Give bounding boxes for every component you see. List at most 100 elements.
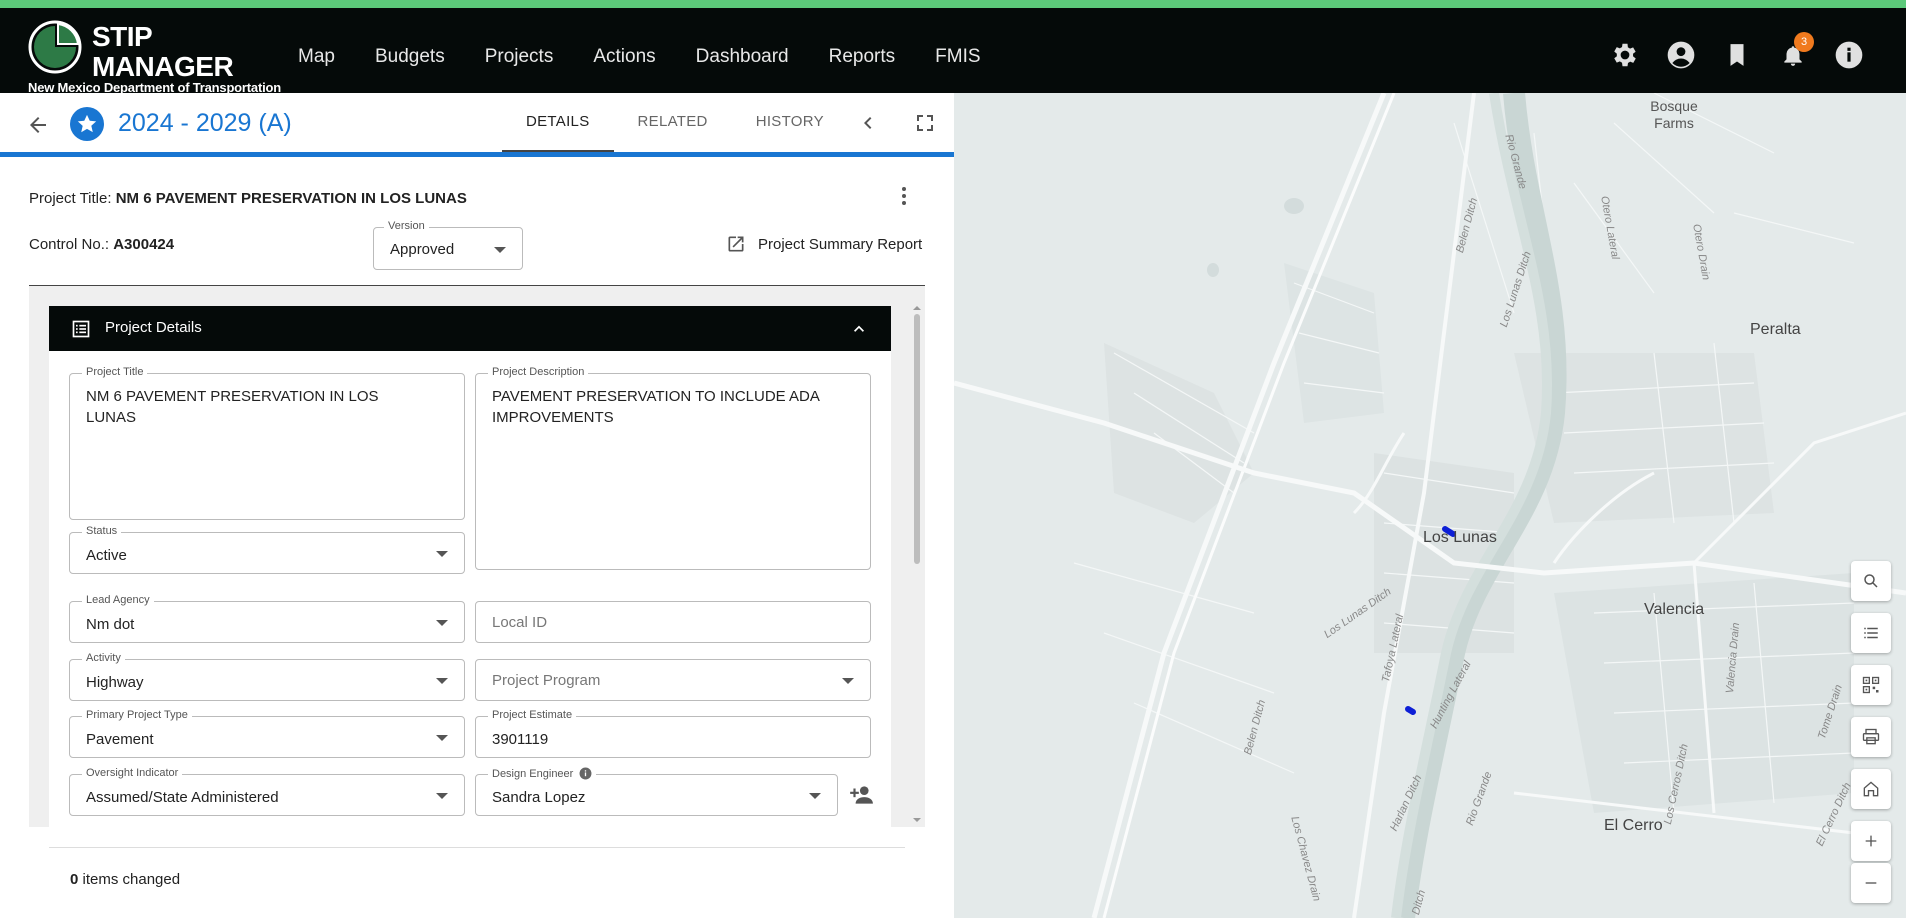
version-label: Version: [384, 220, 429, 232]
info-small-icon[interactable]: [579, 767, 592, 780]
back-arrow-icon[interactable]: [26, 113, 50, 137]
nav-fmis[interactable]: FMIS: [935, 46, 980, 68]
map-base-layer: [954, 93, 1906, 918]
bookmark-icon: [1730, 44, 1744, 66]
zoom-in-icon: [1865, 835, 1877, 847]
info-button[interactable]: [1832, 38, 1866, 72]
map-label-peralta: Peralta: [1750, 321, 1801, 338]
lead-agency-value: Nm dot: [86, 616, 135, 633]
settings-button[interactable]: [1608, 38, 1642, 72]
status-value: Active: [86, 547, 127, 564]
map-label-valencia: Valencia: [1644, 601, 1705, 618]
nav-reports[interactable]: Reports: [829, 46, 896, 68]
map-label-el-cerro: El Cerro: [1604, 817, 1663, 834]
tab-history[interactable]: HISTORY: [732, 93, 848, 152]
tab-details[interactable]: DETAILS: [502, 93, 614, 152]
project-details-section: Project Details Project Title NM 6 PAVEM…: [49, 306, 891, 827]
home-icon: [1863, 781, 1879, 797]
project-details-header[interactable]: Project Details: [49, 306, 891, 351]
version-select[interactable]: Version Approved: [373, 220, 523, 270]
map-zoom-in-button[interactable]: [1851, 821, 1891, 861]
nav-dashboard[interactable]: Dashboard: [696, 46, 789, 68]
control-number-line: Control No.: A300424: [29, 236, 174, 253]
map-search-button[interactable]: [1851, 561, 1891, 601]
local-id-input[interactable]: Local ID: [475, 601, 871, 643]
map-home-button[interactable]: [1851, 769, 1891, 809]
version-value: Approved: [390, 241, 455, 258]
project-title-field-label: Project Title: [82, 366, 148, 378]
status-label: Status: [82, 525, 122, 537]
notifications-button[interactable]: 3: [1776, 32, 1814, 72]
chevron-up-icon[interactable]: [849, 319, 869, 339]
print-icon: [1862, 728, 1880, 745]
list-details-icon: [72, 320, 90, 338]
map-zoom-out-button[interactable]: [1851, 863, 1891, 903]
more-options-icon[interactable]: [892, 184, 916, 208]
account-circle-icon: [1667, 41, 1695, 69]
items-changed-status: 0 items changed: [70, 871, 180, 888]
project-estimate-label: Project Estimate: [488, 709, 577, 721]
map-label-bosque-farms: Bosque Farms: [1650, 98, 1698, 131]
project-summary-report-label: Project Summary Report: [758, 235, 923, 253]
details-scrollbar[interactable]: [913, 304, 921, 824]
control-number-label: Control No.:: [29, 236, 110, 253]
project-title-label: Project Title:: [29, 190, 112, 207]
map-legend-button[interactable]: [1851, 613, 1891, 653]
map-label-los-lunas: Los Lunas: [1423, 529, 1497, 546]
status-select[interactable]: Status Active: [69, 525, 465, 574]
tab-related[interactable]: RELATED: [614, 93, 732, 152]
lead-agency-label: Lead Agency: [82, 594, 154, 606]
local-id-placeholder: Local ID: [492, 614, 548, 631]
favorite-star-button[interactable]: [70, 107, 104, 141]
nav-map[interactable]: Map: [298, 46, 335, 68]
design-engineer-value: Sandra Lopez: [492, 789, 586, 806]
details-scroll-area[interactable]: Project Details Project Title NM 6 PAVEM…: [29, 285, 925, 827]
project-title-field-value: NM 6 PAVEMENT PRESERVATION IN LOS LUNAS: [86, 388, 379, 426]
top-accent-stripe: [0, 0, 1906, 8]
project-title-field[interactable]: Project Title NM 6 PAVEMENT PRESERVATION…: [69, 366, 465, 520]
primary-project-type-select[interactable]: Primary Project Type Pavement: [69, 709, 465, 758]
logo-mark-icon: [28, 20, 82, 74]
project-description-field-label: Project Description: [488, 366, 589, 378]
project-segment-marker[interactable]: [1405, 706, 1416, 715]
star-icon: [77, 114, 97, 133]
qr-code-icon: [1862, 676, 1880, 694]
activity-select[interactable]: Activity Highway: [69, 652, 465, 701]
chevron-down-icon: [494, 247, 506, 253]
chevron-down-icon: [436, 735, 448, 741]
chevron-down-icon: [436, 793, 448, 799]
scroll-up-arrow-icon[interactable]: [913, 304, 921, 312]
brand-line-2: MANAGER: [92, 51, 234, 82]
add-person-icon[interactable]: [848, 782, 874, 808]
project-program-select[interactable]: Project Program: [475, 659, 871, 701]
design-engineer-label: Design Engineer: [492, 767, 574, 780]
stip-manager-logo[interactable]: STIP MANAGER New Mexico Department of Tr…: [28, 18, 281, 95]
nav-budgets[interactable]: Budgets: [375, 46, 445, 68]
design-engineer-select[interactable]: Design Engineer Sandra Lopez: [475, 767, 838, 816]
main-nav: Map Budgets Projects Actions Dashboard R…: [298, 46, 1021, 68]
list-icon: [1864, 627, 1878, 639]
bookmark-button[interactable]: [1720, 38, 1754, 72]
project-title-line: Project Title: NM 6 PAVEMENT PRESERVATIO…: [29, 190, 467, 207]
project-description-field[interactable]: Project Description PAVEMENT PRESERVATIO…: [475, 366, 871, 570]
nav-projects[interactable]: Projects: [485, 46, 554, 68]
lead-agency-select[interactable]: Lead Agency Nm dot: [69, 594, 465, 643]
fullscreen-icon[interactable]: [913, 111, 937, 135]
oversight-indicator-select[interactable]: Oversight Indicator Assumed/State Admini…: [69, 767, 465, 816]
chevron-left-icon[interactable]: [856, 111, 880, 135]
project-summary-report-link[interactable]: Project Summary Report: [726, 234, 922, 254]
search-icon: [1864, 574, 1878, 588]
chevron-down-icon: [842, 678, 854, 684]
chevron-down-icon: [436, 620, 448, 626]
nav-actions[interactable]: Actions: [593, 46, 655, 68]
account-button[interactable]: [1664, 38, 1698, 72]
page-title: 2024 - 2029 (A): [118, 109, 292, 137]
primary-project-type-label: Primary Project Type: [82, 709, 192, 721]
map-print-button[interactable]: [1851, 717, 1891, 757]
map-qr-button[interactable]: [1851, 665, 1891, 705]
project-estimate-input[interactable]: Project Estimate 3901119: [475, 709, 871, 758]
scroll-down-arrow-icon[interactable]: [913, 816, 921, 824]
scrollbar-thumb[interactable]: [914, 314, 920, 564]
panel-tabs: DETAILS RELATED HISTORY: [502, 93, 848, 152]
map-view[interactable]: Bosque Farms Peralta Los Lunas Valencia …: [954, 93, 1906, 918]
